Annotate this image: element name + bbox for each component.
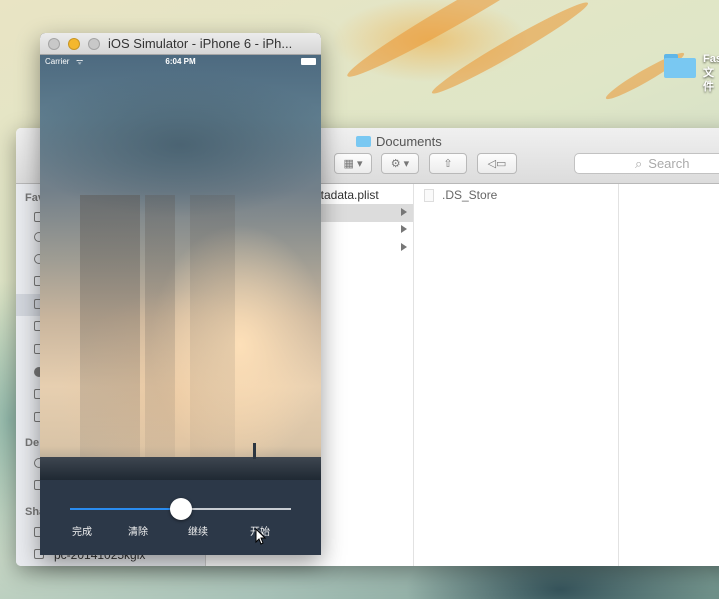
finder-path-title: Documents — [356, 134, 442, 149]
finish-button[interactable]: 完成 — [72, 523, 92, 538]
minimize-button[interactable] — [68, 38, 80, 50]
storm-photo — [40, 55, 321, 480]
list-item[interactable]: .DS_Store — [414, 186, 618, 204]
action-menu-button[interactable]: ⚙ ▾ — [381, 153, 419, 174]
status-time: 6:04 PM — [165, 57, 196, 66]
desktop-folder-label-line2: 文件 — [703, 67, 714, 93]
photo-tower — [253, 443, 256, 459]
control-panel: 完成 清除 继续 开始 — [40, 480, 321, 555]
view-options-button[interactable]: ▦ ▾ — [334, 153, 372, 174]
file-name: etadata.plist — [314, 188, 379, 202]
disclosure-arrow-icon — [401, 208, 407, 216]
clear-button[interactable]: 清除 — [128, 523, 148, 538]
slider-fill — [70, 508, 181, 510]
disclosure-arrow-icon — [401, 225, 407, 233]
simulator-title: iOS Simulator - iPhone 6 - iPh... — [108, 36, 293, 51]
continue-button[interactable]: 继续 — [188, 523, 208, 538]
desktop-folder-label-line1: Fas — [703, 53, 719, 65]
tag-icon: ◁▭ — [487, 158, 507, 170]
photo-city-skyline — [40, 457, 321, 480]
zoom-button[interactable] — [88, 38, 100, 50]
disclosure-arrow-icon — [401, 243, 407, 251]
battery-icon — [301, 58, 316, 65]
share-button[interactable]: ⇧ — [429, 153, 467, 174]
folder-icon — [356, 136, 371, 147]
file-name: .DS_Store — [442, 188, 498, 202]
desktop-folder-label[interactable]: Fas 文件 — [703, 52, 719, 94]
finder-column-2: .DS_Store — [414, 184, 619, 566]
simulator-titlebar[interactable]: iOS Simulator - iPhone 6 - iPh... — [40, 33, 321, 55]
close-button[interactable] — [48, 38, 60, 50]
share-icon: ⇧ — [443, 158, 453, 170]
gear-icon: ⚙ ▾ — [390, 158, 410, 170]
slider-thumb[interactable] — [169, 498, 192, 520]
simulator-screen[interactable]: Carrier ᯤ 6:04 PM 完成 清除 继续 开始 — [40, 55, 321, 555]
search-placeholder: Search — [648, 156, 690, 171]
simulator-window[interactable]: iOS Simulator - iPhone 6 - iPh... Carrie… — [40, 33, 321, 555]
tags-button[interactable]: ◁▭ — [477, 153, 517, 174]
file-icon — [424, 189, 434, 203]
finder-column-3 — [619, 184, 719, 566]
finder-title-text: Documents — [376, 134, 442, 149]
mouse-pointer-icon — [255, 528, 267, 545]
ios-status-bar: Carrier ᯤ 6:04 PM — [40, 55, 321, 69]
photo-rain-band — [190, 195, 235, 465]
photo-rain-band — [145, 195, 175, 465]
search-input[interactable]: ⌕ Search — [574, 153, 719, 174]
photo-rain-band — [80, 195, 140, 465]
sidebar-devices-header: De — [25, 437, 40, 449]
grid-icon: ▦ ▾ — [343, 158, 363, 170]
folder-icon[interactable] — [664, 54, 696, 78]
search-icon: ⌕ — [635, 155, 643, 171]
